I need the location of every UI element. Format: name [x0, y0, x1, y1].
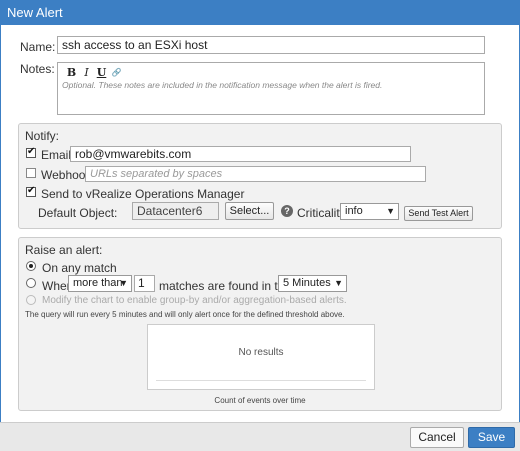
when-radio[interactable]: [26, 278, 36, 288]
when-operator-value: more than: [73, 277, 123, 289]
notes-editor[interactable]: B I U 🔗 Optional. These notes are includ…: [57, 62, 485, 115]
underline-button[interactable]: U: [94, 66, 109, 79]
when-operator-select[interactable]: more than ▼: [68, 275, 132, 292]
groupby-label: Modify the chart to enable group-by and/…: [42, 295, 347, 306]
name-label: Name:: [20, 40, 56, 54]
chart-axis: [156, 380, 366, 381]
vrops-checkbox[interactable]: [26, 185, 36, 197]
chevron-down-icon: ▼: [334, 278, 343, 288]
criticality-select[interactable]: info ▼: [340, 203, 399, 220]
save-button[interactable]: Save: [468, 427, 515, 448]
chevron-down-icon: ▼: [386, 206, 395, 216]
notes-label: Notes:: [20, 62, 55, 76]
send-test-alert-button[interactable]: Send Test Alert: [404, 206, 473, 221]
email-input[interactable]: rob@vmwarebits.com: [70, 146, 411, 162]
criticality-value: info: [345, 205, 363, 217]
email-checkbox[interactable]: [26, 146, 36, 158]
dialog-title: New Alert: [0, 0, 520, 25]
name-input[interactable]: ssh access to an ESXi host: [57, 36, 485, 54]
chevron-down-icon: ▼: [119, 278, 128, 288]
groupby-radio: [26, 295, 36, 305]
bold-button[interactable]: B: [64, 66, 79, 79]
on-any-match-label: On any match: [42, 261, 117, 275]
webhook-checkbox[interactable]: [26, 168, 36, 178]
time-window-value: 5 Minutes: [283, 277, 331, 289]
vrops-label: Send to vRealize Operations Manager: [41, 187, 245, 201]
when-count-input[interactable]: 1: [134, 275, 155, 292]
time-window-select[interactable]: 5 Minutes ▼: [278, 275, 347, 292]
chart-caption: Count of events over time: [214, 396, 306, 405]
events-chart: No results: [147, 324, 375, 390]
link-icon[interactable]: 🔗: [109, 66, 124, 79]
cancel-button[interactable]: Cancel: [410, 427, 464, 448]
notify-heading: Notify:: [25, 129, 60, 143]
italic-button[interactable]: I: [79, 66, 94, 79]
default-object-label: Default Object:: [38, 206, 118, 220]
chart-empty-text: No results: [238, 347, 284, 358]
select-object-button[interactable]: Select...: [225, 202, 274, 220]
notes-placeholder: Optional. These notes are included in th…: [62, 80, 383, 90]
default-object-input: Datacenter6: [132, 202, 219, 220]
webhook-input[interactable]: URLs separated by spaces: [85, 166, 426, 182]
raise-heading: Raise an alert:: [25, 243, 103, 257]
query-info-text: The query will run every 5 minutes and w…: [25, 310, 345, 319]
on-any-match-radio[interactable]: [26, 261, 36, 271]
notes-toolbar: B I U 🔗: [58, 63, 484, 79]
help-icon[interactable]: ?: [281, 205, 293, 217]
